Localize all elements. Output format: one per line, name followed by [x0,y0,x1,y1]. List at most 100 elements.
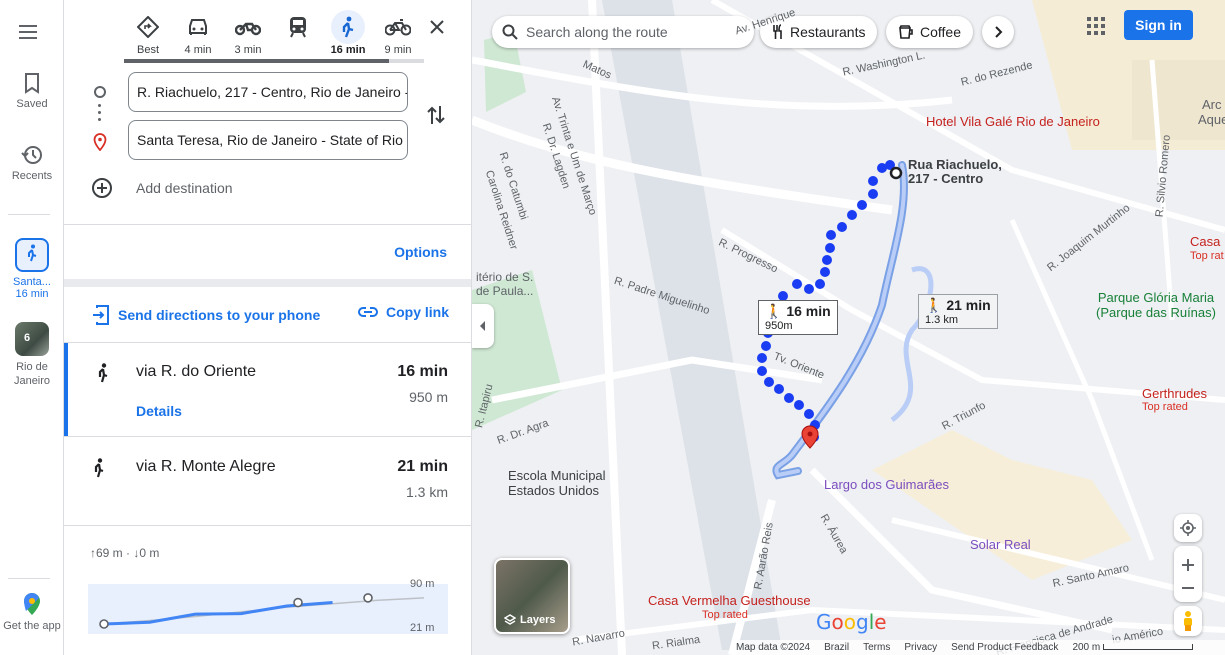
poi-escola[interactable]: Escola Municipal Estados Unidos [508,468,638,498]
elevation-summary: ↑69 m · ↓0 m [90,546,160,560]
poi-casa-hous[interactable]: Casa HousTop rat [1190,234,1225,264]
street-label: de Paula... [476,284,534,298]
add-destination-label[interactable]: Add destination [136,180,233,196]
zoom-out-icon[interactable] [1182,587,1194,589]
modes-scrollbar[interactable] [124,59,424,63]
bookmark-icon [25,73,39,94]
waypoint-connector-icon [98,104,102,125]
poi-largo-guimaraes[interactable]: Largo dos Guimarães [824,477,949,492]
walking-icon [28,244,37,262]
get-app-button[interactable]: Get the app [0,592,64,632]
zoom-in-icon[interactable] [1182,559,1194,571]
poi-casa-vermelha[interactable]: Casa Vermelha Guesthouse Top rated [648,594,811,622]
route-name: via R. Monte Alegre [136,458,276,475]
bicycle-icon [385,19,411,36]
place-rio-button[interactable]: 6 Rio de Janeiro [0,322,64,388]
options-button[interactable]: Options [394,244,447,260]
map-footer: Map data ©2024 Brazil Terms Privacy Send… [732,640,1225,655]
travel-modes: Best 4 min 3 min 16 min 9 min [124,10,424,60]
elevation-chart [88,584,448,634]
poi-parque-gloria[interactable]: Parque Glória Maria (Parque das Ruínas) [1096,290,1216,320]
my-location-button[interactable] [1174,514,1202,542]
route-option-2[interactable]: via R. Monte Alegre 21 min 1.3 km [64,438,471,526]
feedback-link[interactable]: Send Product Feedback [951,642,1058,653]
menu-icon[interactable] [16,20,40,44]
poi-hotel-vila-gale[interactable]: Hotel Vila Galé Rio de Janeiro [926,114,1100,129]
elevation-marker [293,597,303,608]
restaurant-icon [773,24,782,39]
collapse-panel-button[interactable] [472,304,494,348]
chips-scroll-right-button[interactable] [982,16,1014,48]
street-label: Arc [1202,97,1222,112]
mode-bicycle[interactable]: 9 min [374,10,422,56]
layers-label: Layers [520,614,556,626]
swap-icon[interactable] [426,104,446,126]
add-destination-icon[interactable] [90,176,114,200]
route-time: 21 min [397,458,448,475]
motorcycle-icon [235,22,261,36]
pegman-icon [1184,611,1192,631]
apps-grid-icon[interactable] [1084,14,1108,38]
send-to-phone-button[interactable]: Send directions to your phone [92,304,320,326]
walking-icon: 🚶 [765,303,783,319]
mode-transit[interactable] [274,10,322,44]
active-trip-button[interactable]: Santa... 16 min [0,238,64,300]
poi-gerthrudes[interactable]: Gerthrudes Top rated [1142,386,1207,413]
chip-coffee[interactable]: Coffee [886,16,973,48]
history-icon [21,146,42,164]
poi-name: Casa Vermelha Guesthouse [648,593,811,608]
street-label: itério de S. [476,270,534,284]
street-view-pegman[interactable] [1174,606,1202,636]
badge-time: 16 min [786,303,831,319]
car-icon [189,19,207,35]
route-option-1[interactable]: via R. do Oriente 16 min 950 m Details [64,343,471,436]
origin-marker-icon[interactable] [889,166,903,180]
saved-label: Saved [16,98,48,110]
close-icon[interactable] [426,16,448,38]
active-trip-time: 16 min [15,288,49,300]
map-canvas[interactable]: Search along the route Restaurants Coffe… [472,0,1225,655]
mode-walking-label: 16 min [330,44,366,56]
mode-drive-label: 4 min [184,44,212,56]
poi-solar-real[interactable]: Solar Real [970,537,1031,552]
copy-link-button[interactable]: Copy link [358,304,449,320]
google-logo: Google [816,610,887,634]
transit-icon [290,17,306,38]
origin-input[interactable]: R. Riachuelo, 217 - Centro, Rio de Janei… [128,72,408,112]
mode-bicycle-label: 9 min [384,44,412,56]
route-details-link[interactable]: Details [136,403,182,419]
divider [64,436,471,437]
sign-in-button[interactable]: Sign in [1124,10,1193,40]
scale-label[interactable]: 200 m [1072,642,1194,653]
destination-pin-icon [93,133,107,151]
recents-button[interactable]: Recents [0,144,64,182]
mode-best[interactable]: Best [124,10,172,56]
coffee-icon [899,25,913,39]
privacy-link[interactable]: Privacy [904,642,937,653]
place-label: Rio de Janeiro [13,361,51,387]
badge-time: 21 min [946,297,991,313]
mode-motorcycle[interactable]: 3 min [224,10,272,56]
mode-walking[interactable]: 16 min [324,10,372,56]
saved-button[interactable]: Saved [0,72,64,110]
region-link[interactable]: Brazil [824,642,849,653]
route-badge-selected[interactable]: 🚶 16 min 950m [758,300,838,335]
rail-divider [8,214,50,215]
chevron-left-icon [480,321,485,331]
walking-icon [94,458,104,478]
elevation-min-label: 21 m [410,622,435,634]
map-data-label: Map data ©2024 [736,642,811,653]
terms-link[interactable]: Terms [863,642,890,653]
directions-panel: Best 4 min 3 min 16 min 9 min R. Riachue… [64,0,472,655]
destination-input[interactable]: Santa Teresa, Rio de Janeiro - State of … [128,120,408,160]
route-search-input[interactable]: Search along the route [492,16,754,48]
mode-drive[interactable]: 4 min [174,10,222,56]
layers-button[interactable]: Layers [494,558,570,634]
origin-label[interactable]: Rua Riachuelo, 217 - Centro [908,158,1008,186]
elevation-max-label: 90 m [410,578,435,590]
diamond-route-icon [137,16,159,38]
elevation-marker [363,593,373,603]
link-icon [358,307,378,317]
route-badge-alternate[interactable]: 🚶 21 min 1.3 km [918,294,998,329]
elevation-marker [99,619,109,629]
